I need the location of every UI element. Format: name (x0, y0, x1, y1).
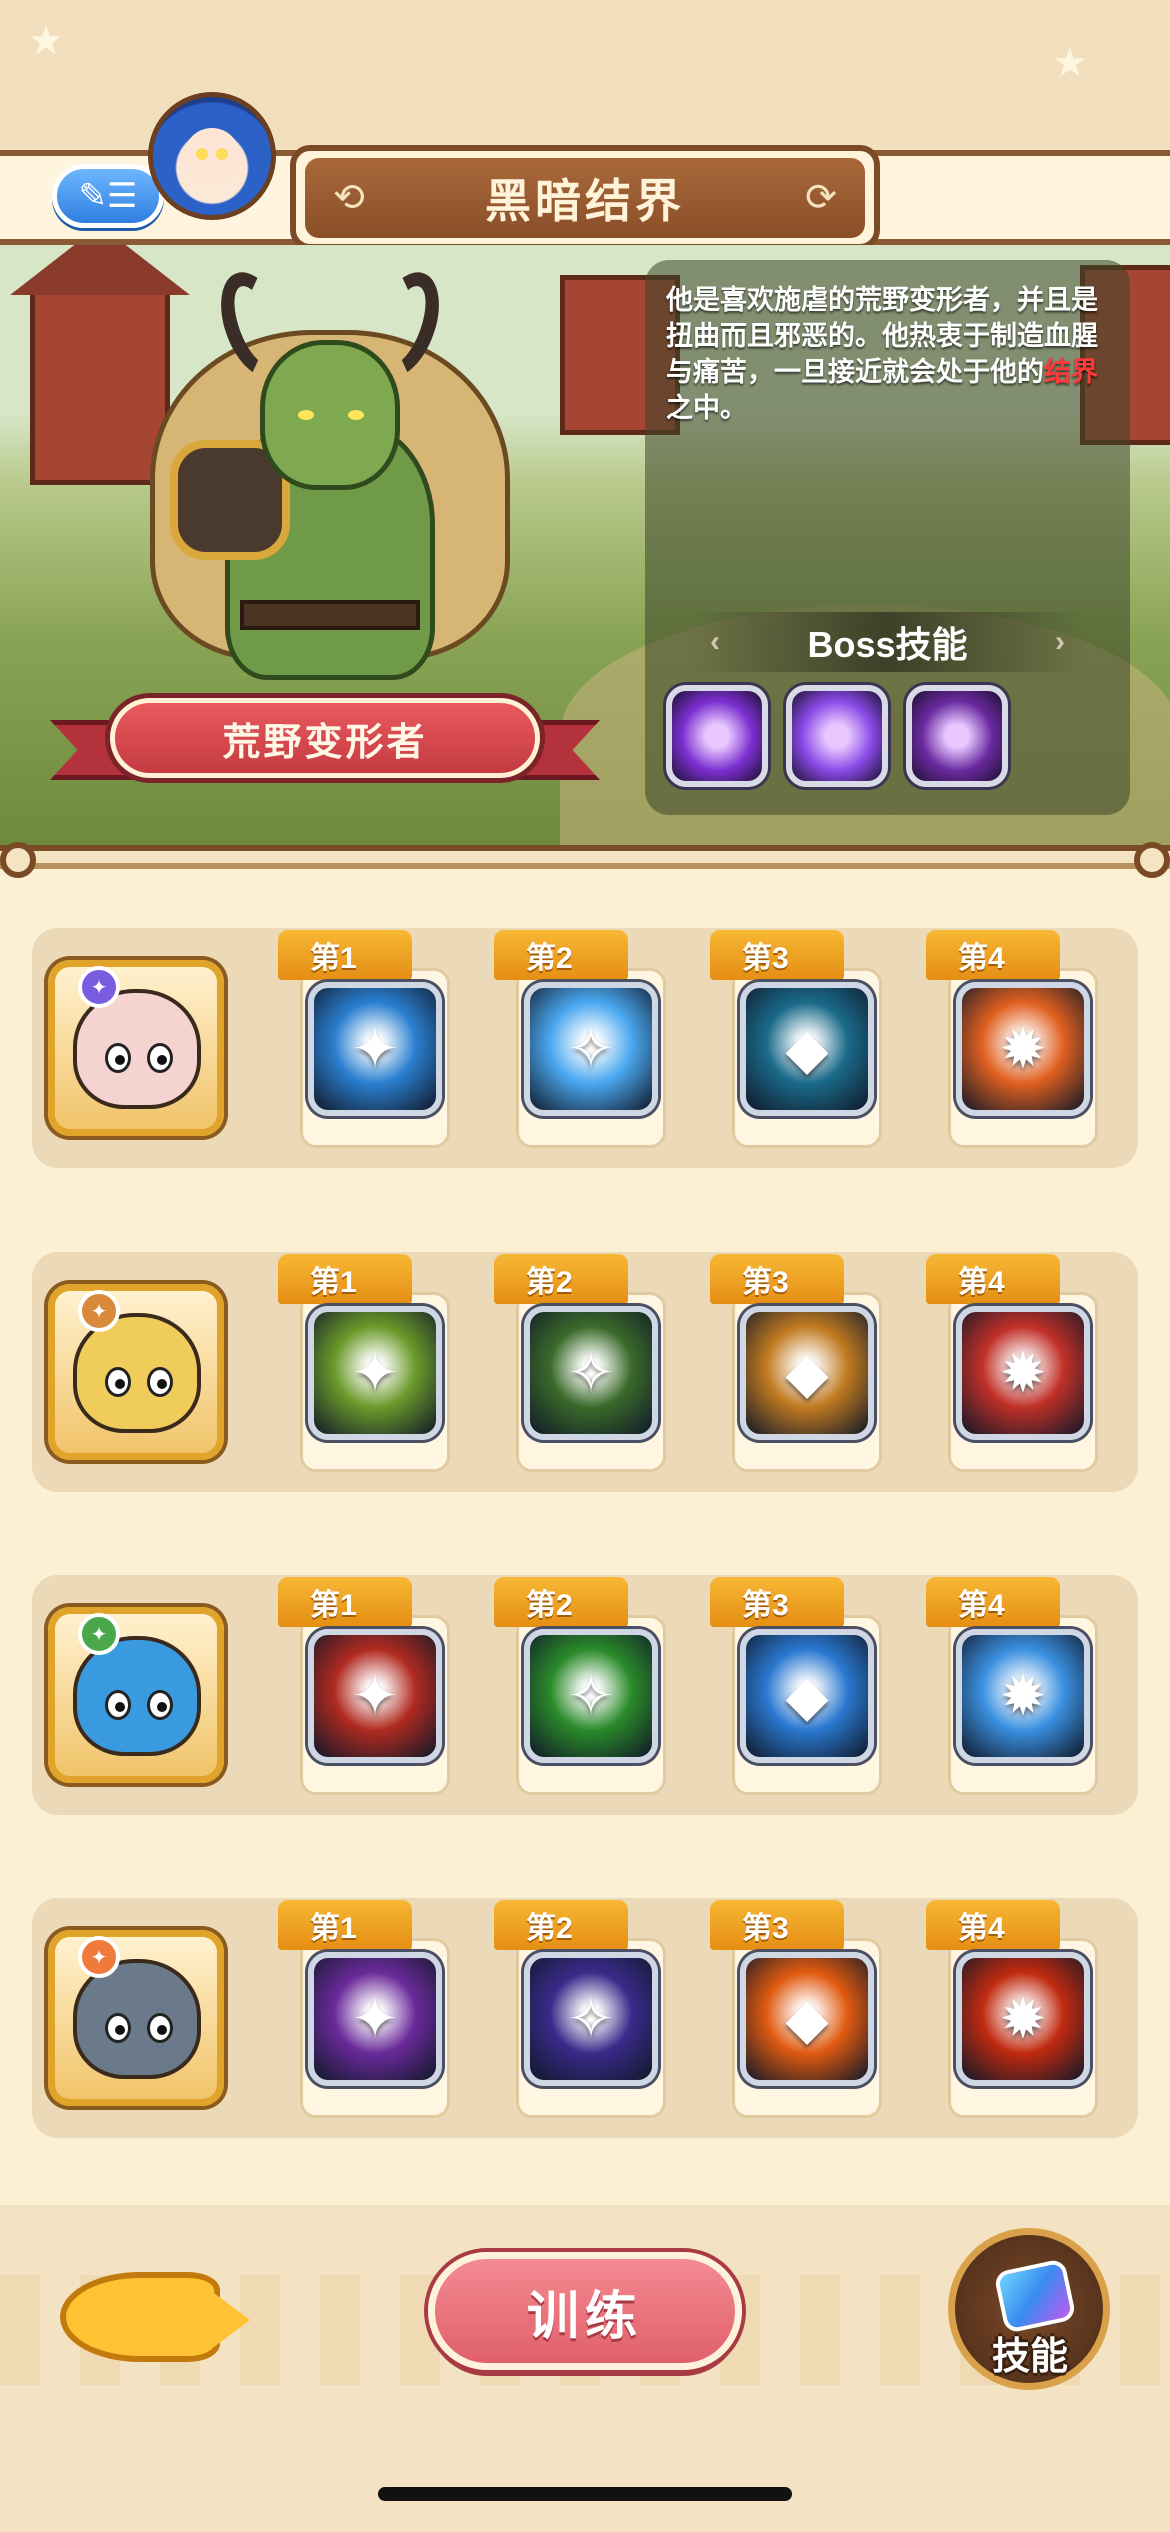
skill-order-tag: 第3 (710, 1577, 844, 1627)
swirl-left-icon: ⟲ (333, 177, 365, 219)
flail-strike-icon[interactable]: ✦ (308, 1629, 442, 1763)
shadow-swirl-icon[interactable]: ✧ (524, 1952, 658, 2086)
spiked-mace-icon[interactable]: ✦ (308, 1306, 442, 1440)
skill-order-tag: 第2 (494, 1254, 628, 1304)
boss-name-ribbon: 荒野变形者 (50, 690, 600, 790)
purple-burst-icon[interactable]: ✦ (308, 1952, 442, 2086)
red-mask-icon[interactable]: ◆ (740, 982, 874, 1116)
skill-order-tag: 第2 (494, 1900, 628, 1950)
page-title-plate: ⟲ 黑暗结界 ⟳ (290, 145, 880, 250)
chevron-left-icon: ‹ (710, 625, 720, 658)
warrior-class-icon: ✦ (78, 1290, 120, 1332)
skill-order-tag: 第4 (926, 1577, 1060, 1627)
paw-print-icon[interactable]: ◆ (740, 1952, 874, 2086)
ranger-class-icon: ✦ (78, 1613, 120, 1655)
boss-skills-header: ‹ Boss技能 › (690, 612, 1085, 672)
fish-bone-icon[interactable] (60, 2262, 250, 2372)
skill-order-tag: 第4 (926, 1254, 1060, 1304)
purple-cloud-icon[interactable] (786, 685, 888, 787)
description-highlight: 结界 (1044, 357, 1098, 387)
train-button[interactable]: 训练 (428, 2252, 742, 2370)
divider-curl-icon (1134, 842, 1170, 878)
fire-bomb-icon[interactable]: ✹ (956, 1952, 1090, 2086)
dark-orb-icon[interactable] (906, 685, 1008, 787)
skill-order-tag: 第1 (278, 930, 412, 980)
boss-belt (240, 600, 420, 630)
ice-shard-icon[interactable]: ✧ (524, 982, 658, 1116)
ice-spike-icon[interactable]: ✦ (308, 982, 442, 1116)
boss-description: 他是喜欢施虐的荒野变形者，并且是扭曲而且邪恶的。他热衷于制造血腥与痛苦，一旦接近… (666, 285, 1098, 423)
mage-class-icon: ✦ (78, 966, 120, 1008)
yellow-boar-hero[interactable] (48, 1284, 224, 1460)
home-indicator[interactable] (378, 2487, 792, 2501)
divider-curl-icon (0, 842, 36, 878)
skill-order-tag: 第1 (278, 1900, 412, 1950)
grey-hippo-hero[interactable] (48, 1930, 224, 2106)
green-knight-icon[interactable]: ✧ (524, 1306, 658, 1440)
skill-order-tag: 第1 (278, 1254, 412, 1304)
star-decor-icon: ★ (28, 19, 64, 63)
skill-order-tag: 第3 (710, 1254, 844, 1304)
star-decor-icon: ★ (1052, 41, 1088, 85)
section-divider (0, 845, 1170, 869)
boss-name: 荒野变形者 (110, 698, 540, 778)
boss-figure[interactable] (130, 263, 530, 750)
dark-summon-icon[interactable] (666, 685, 768, 787)
skill-order-tag: 第4 (926, 1900, 1060, 1950)
boss-skills-title: Boss技能 (807, 624, 968, 665)
back-list-icon[interactable]: ✎☰ (52, 164, 164, 228)
red-axe-icon[interactable]: ✹ (956, 1306, 1090, 1440)
page-title: 黑暗结界 (485, 174, 685, 227)
beast-class-icon: ✦ (78, 1936, 120, 1978)
pink-hippo-hero[interactable] (48, 960, 224, 1136)
crystal-strike-icon[interactable]: ◆ (740, 1306, 874, 1440)
blue-fish-hero[interactable] (48, 1607, 224, 1783)
skill-order-tag: 第2 (494, 930, 628, 980)
skill-order-tag: 第3 (710, 930, 844, 980)
player-avatar[interactable] (148, 92, 276, 220)
hammer-icon[interactable]: ✹ (956, 982, 1090, 1116)
swirl-right-icon: ⟳ (805, 177, 837, 219)
skill-order-tag: 第2 (494, 1577, 628, 1627)
skill-order-tag: 第3 (710, 1900, 844, 1950)
water-spirit-icon[interactable]: ◆ (740, 1629, 874, 1763)
ice-spear-icon[interactable]: ✹ (956, 1629, 1090, 1763)
skill-button-label[interactable]: 技能 (966, 2325, 1094, 2380)
poison-dagger-icon[interactable]: ✧ (524, 1629, 658, 1763)
skill-gem-icon (993, 2258, 1077, 2334)
chevron-right-icon: › (1054, 625, 1065, 658)
skill-order-tag: 第4 (926, 930, 1060, 980)
skill-order-tag: 第1 (278, 1577, 412, 1627)
